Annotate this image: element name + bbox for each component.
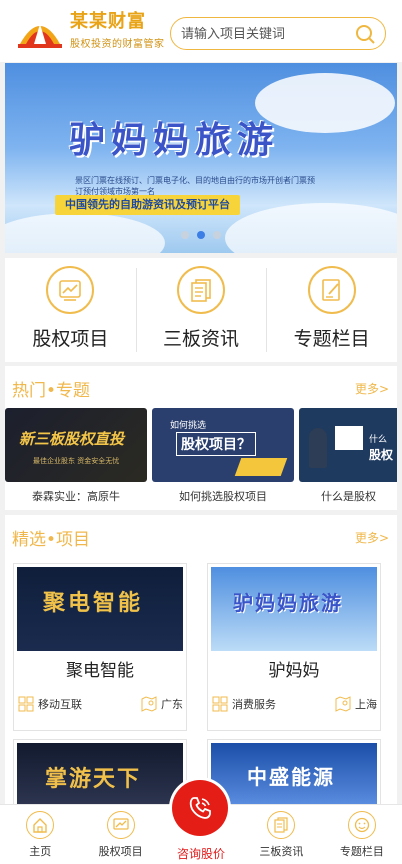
project-card[interactable]: 中盛能源 bbox=[207, 739, 381, 806]
region-label: 上海 bbox=[355, 698, 377, 711]
smile-icon bbox=[347, 811, 376, 839]
brand-slogan: 股权投资的财富管家 bbox=[70, 39, 165, 50]
quicknav-sanban-news[interactable]: 三板资讯 bbox=[135, 258, 267, 362]
section-header: 精选•项目 更多> bbox=[5, 515, 397, 557]
quicknav-special-topics[interactable]: 专题栏目 bbox=[266, 258, 397, 362]
category-label: 移动互联 bbox=[38, 698, 82, 711]
tab-label: 主页 bbox=[29, 845, 52, 858]
region-label: 广东 bbox=[161, 698, 183, 711]
topic-image-text: 新三板股权直投 bbox=[19, 430, 125, 448]
chart-board-icon bbox=[335, 426, 363, 450]
carousel-dot[interactable] bbox=[213, 231, 221, 239]
person-figure-icon bbox=[309, 428, 327, 468]
map-icon bbox=[141, 696, 157, 712]
brand-name: 某某财富 bbox=[70, 11, 146, 32]
projects-section: 精选•项目 更多> 聚电智能 聚电智能 移动互联 广东 驴妈妈旅游 驴妈妈 消费… bbox=[5, 515, 397, 806]
document-icon bbox=[177, 266, 225, 314]
project-image-text: 中盛能源 bbox=[247, 765, 335, 789]
category-icon bbox=[18, 696, 34, 712]
search-input[interactable] bbox=[181, 24, 351, 44]
brand: 某某财富 股权投资的财富管家 bbox=[70, 11, 165, 51]
carousel-dot[interactable] bbox=[181, 231, 189, 239]
project-image: 驴妈妈旅游 bbox=[211, 567, 377, 651]
carousel-dot-active[interactable] bbox=[197, 231, 205, 239]
section-header: 热门•专题 更多> bbox=[5, 366, 397, 408]
topic-card[interactable]: 如何挑选 股权项目？ 如何挑选股权项目 bbox=[152, 408, 294, 504]
project-name: 聚电智能 bbox=[66, 661, 134, 681]
quicknav-label: 三板资讯 bbox=[163, 328, 240, 350]
project-image-text: 聚电智能 bbox=[43, 591, 144, 616]
carousel-dots bbox=[181, 231, 221, 239]
banner-carousel[interactable]: 驴妈妈旅游 景区门票在线预订、门票电子化、目的地自由行的市场开创者门票预订预付领… bbox=[5, 63, 397, 253]
quicknav-label: 股权项目 bbox=[32, 328, 109, 350]
logo-icon bbox=[18, 24, 62, 48]
topic-image: 什么 股权 bbox=[299, 408, 397, 482]
project-image-text: 驴妈妈旅游 bbox=[233, 591, 343, 615]
topic-caption: 什么是股权 bbox=[321, 490, 376, 503]
category-icon bbox=[212, 696, 228, 712]
project-region: 广东 bbox=[141, 696, 183, 712]
tab-home[interactable]: 主页 bbox=[0, 805, 80, 864]
category-label: 消费服务 bbox=[232, 698, 276, 711]
topic-card[interactable]: 什么 股权 什么是股权 bbox=[299, 408, 397, 504]
tab-special-topics[interactable]: 专题栏目 bbox=[322, 805, 402, 864]
chart-icon bbox=[46, 266, 95, 314]
topic-image: 如何挑选 股权项目？ bbox=[152, 408, 294, 482]
banner-tagline: 中国领先的自助游资讯及预订平台 bbox=[55, 195, 240, 215]
project-image: 中盛能源 bbox=[211, 743, 377, 806]
project-meta: 移动互联 广东 bbox=[14, 692, 186, 716]
more-link[interactable]: 更多> bbox=[355, 529, 389, 546]
section-title: 热门•专题 bbox=[12, 381, 91, 401]
topic-caption: 泰霖实业：高原牛 bbox=[32, 490, 120, 503]
home-icon bbox=[26, 811, 55, 839]
project-image: 聚电智能 bbox=[17, 567, 183, 651]
topic-image-deco bbox=[234, 458, 288, 476]
project-image: 掌游天下 bbox=[17, 743, 183, 806]
project-meta: 消费服务 上海 bbox=[208, 692, 380, 716]
project-category: 移动互联 bbox=[18, 696, 82, 712]
topic-image: 新三板股权直投 最佳企业股东 资金安全无忧 bbox=[5, 408, 147, 482]
cloud-decoration bbox=[225, 203, 397, 253]
project-card[interactable]: 驴妈妈旅游 驴妈妈 消费服务 上海 bbox=[207, 563, 381, 731]
project-category: 消费服务 bbox=[212, 696, 276, 712]
banner-title: 驴妈妈旅游 bbox=[69, 119, 280, 161]
tab-equity-projects[interactable]: 股权项目 bbox=[80, 805, 160, 864]
tab-label: 专题栏目 bbox=[339, 845, 384, 858]
tab-label: 股权项目 bbox=[98, 845, 143, 858]
tab-label: 咨询股价 bbox=[177, 847, 226, 861]
search-icon[interactable] bbox=[355, 24, 375, 44]
topic-caption: 如何挑选股权项目 bbox=[179, 490, 267, 503]
edit-document-icon bbox=[307, 266, 356, 314]
project-name: 驴妈妈 bbox=[268, 661, 320, 681]
hot-topics-section: 热门•专题 更多> 新三板股权直投 最佳企业股东 资金安全无忧 泰霖实业：高原牛… bbox=[5, 366, 397, 510]
tab-label: 三板资讯 bbox=[259, 845, 304, 858]
call-button[interactable] bbox=[172, 780, 228, 836]
quicknav-label: 专题栏目 bbox=[293, 328, 370, 350]
cloud-decoration bbox=[5, 213, 165, 253]
topic-image-top: 如何挑选 bbox=[170, 421, 207, 431]
quicknav-equity-projects[interactable]: 股权项目 bbox=[5, 258, 136, 362]
chart-icon bbox=[106, 811, 135, 839]
document-icon bbox=[267, 811, 296, 839]
banner-subtitle: 景区门票在线预订、门票电子化、目的地自由行的市场开创者门票预订预付领域市场第一名 bbox=[75, 176, 315, 196]
tab-sanban-news[interactable]: 三板资讯 bbox=[241, 805, 321, 864]
topic-image-sub: 最佳企业股东 资金安全无忧 bbox=[33, 457, 120, 465]
quick-nav: 股权项目 三板资讯 专题栏目 bbox=[5, 258, 397, 362]
project-image-text: 掌游天下 bbox=[45, 767, 142, 792]
topic-image-text: 股权 bbox=[369, 448, 394, 462]
topic-scroller[interactable]: 新三板股权直投 最佳企业股东 资金安全无忧 泰霖实业：高原牛 如何挑选 股权项目… bbox=[5, 408, 397, 508]
project-card[interactable]: 聚电智能 聚电智能 移动互联 广东 bbox=[13, 563, 187, 731]
project-region: 上海 bbox=[335, 696, 377, 712]
header: 某某财富 股权投资的财富管家 bbox=[0, 0, 402, 62]
more-link[interactable]: 更多> bbox=[355, 380, 389, 397]
project-card[interactable]: 掌游天下 bbox=[13, 739, 187, 806]
search-box[interactable] bbox=[170, 17, 386, 50]
topic-card[interactable]: 新三板股权直投 最佳企业股东 资金安全无忧 泰霖实业：高原牛 bbox=[5, 408, 147, 504]
topic-image-top: 什么 bbox=[369, 435, 388, 445]
map-icon bbox=[335, 696, 351, 712]
section-title: 精选•项目 bbox=[12, 530, 91, 550]
topic-image-text: 股权项目？ bbox=[176, 432, 256, 456]
phone-icon bbox=[189, 797, 211, 819]
